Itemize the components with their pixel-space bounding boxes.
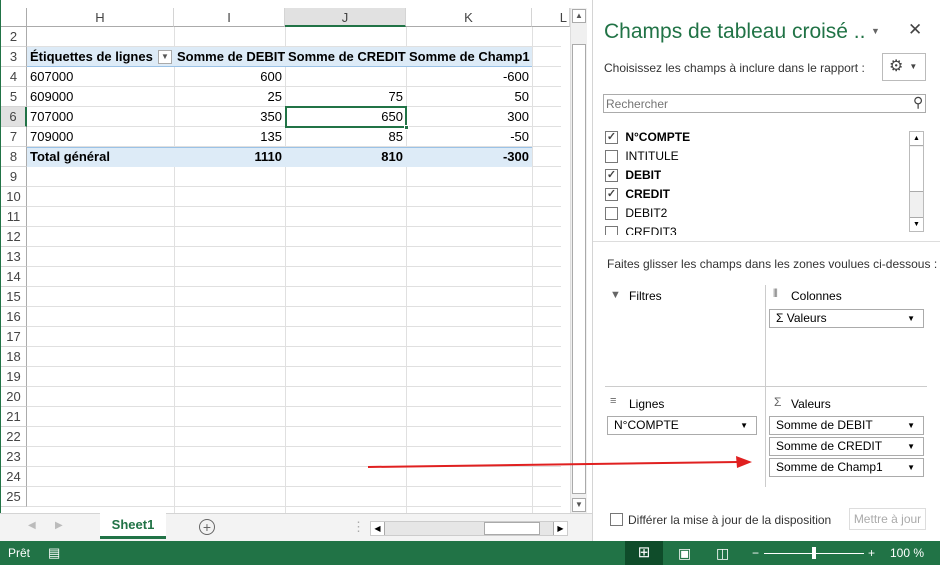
red-arrow-annotation — [367, 456, 752, 468]
page-layout-view-icon[interactable]: ▣ — [678, 541, 691, 565]
zoom-level[interactable]: 100 % — [890, 541, 924, 565]
zoom-out-icon[interactable]: − — [752, 541, 759, 565]
page-break-view-icon[interactable]: ◫ — [716, 541, 729, 565]
zoom-in-icon[interactable]: + — [868, 541, 875, 565]
ready-status: Prêt — [8, 546, 31, 560]
macro-record-icon[interactable]: ▤ — [48, 541, 60, 565]
status-bar: Prêt ▤ ⊞ ▣ ◫ − + 100 % — [0, 541, 940, 565]
zoom-slider-thumb[interactable] — [812, 547, 816, 559]
normal-view-icon[interactable]: ⊞ — [625, 541, 663, 565]
